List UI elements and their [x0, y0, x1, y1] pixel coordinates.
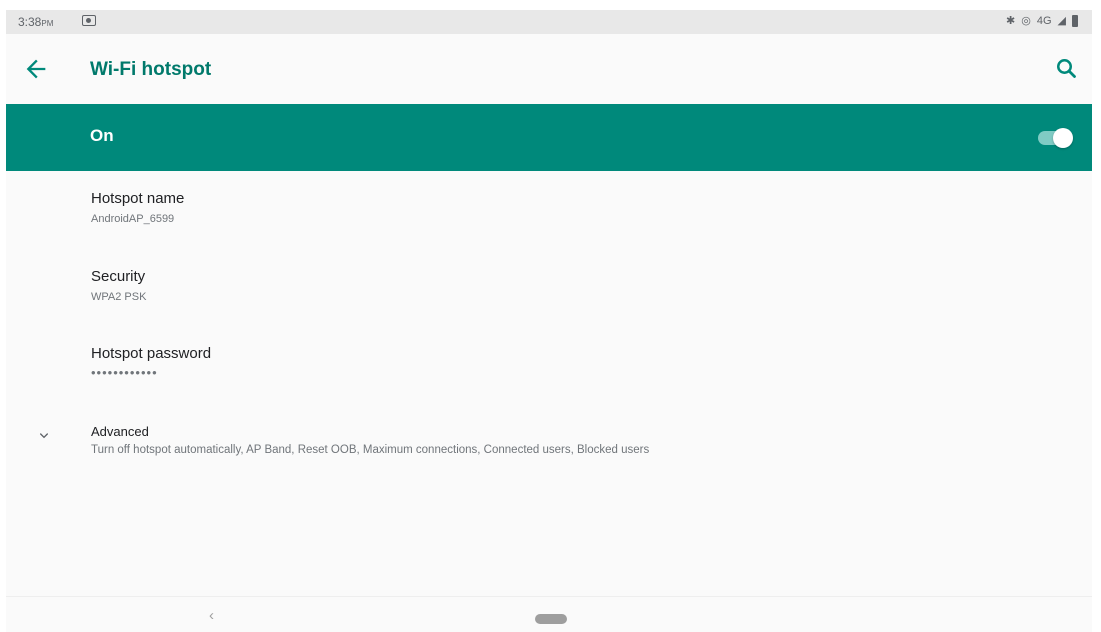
- signal-icon: ◢: [1057, 15, 1066, 27]
- status-time: 3:38PM: [18, 15, 53, 29]
- page-title: Wi-Fi hotspot: [90, 59, 212, 80]
- advanced-preference[interactable]: Advanced Turn off hotspot automatically,…: [6, 424, 1092, 490]
- screenshot-icon: [82, 15, 96, 26]
- preference-title: Security: [91, 268, 146, 285]
- preference-title: Hotspot password: [91, 345, 212, 362]
- chevron-down-icon: [40, 433, 48, 439]
- hotspot-toggle[interactable]: [1038, 128, 1073, 148]
- status-ampm: PM: [41, 19, 54, 28]
- status-icons: ✱ ◎ 4G ◢: [1006, 14, 1078, 27]
- network-type: 4G: [1036, 14, 1052, 27]
- navigation-bar: ‹: [6, 596, 1092, 632]
- hotspot-status-icon: ◎: [1021, 15, 1031, 27]
- nav-home-pill[interactable]: [535, 614, 567, 624]
- preference-summary: ••••••••••••: [91, 365, 158, 380]
- search-button[interactable]: [1052, 54, 1082, 84]
- master-switch-label: On: [90, 126, 114, 145]
- master-switch-bar[interactable]: On: [6, 104, 1092, 171]
- preference-title: Advanced: [91, 424, 149, 439]
- status-time-value: 3:38: [18, 15, 42, 29]
- app-bar: Wi-Fi hotspot: [6, 34, 1092, 104]
- toggle-thumb: [1053, 128, 1073, 148]
- preference-title: Hotspot name: [91, 190, 185, 207]
- arrow-back-icon: [26, 59, 46, 79]
- preference-summary: WPA2 PSK: [91, 291, 147, 303]
- preference-summary: Turn off hotspot automatically, AP Band,…: [91, 444, 650, 456]
- hotspot-name-preference[interactable]: Hotspot name AndroidAP_6599: [6, 190, 1092, 256]
- bluetooth-icon: ✱: [1006, 15, 1016, 27]
- security-preference[interactable]: Security WPA2 PSK: [6, 268, 1092, 334]
- nav-back-icon[interactable]: ‹: [209, 607, 214, 624]
- search-icon: [1057, 59, 1076, 78]
- hotspot-password-preference[interactable]: Hotspot password ••••••••••••: [6, 345, 1092, 411]
- battery-icon: [1072, 14, 1078, 27]
- back-button[interactable]: [22, 55, 50, 83]
- status-bar: 3:38PM ✱ ◎ 4G ◢: [6, 10, 1092, 34]
- screen: 3:38PM ✱ ◎ 4G ◢ Wi-Fi hotspot On Hotspot…: [6, 10, 1092, 632]
- preference-summary: AndroidAP_6599: [91, 213, 175, 225]
